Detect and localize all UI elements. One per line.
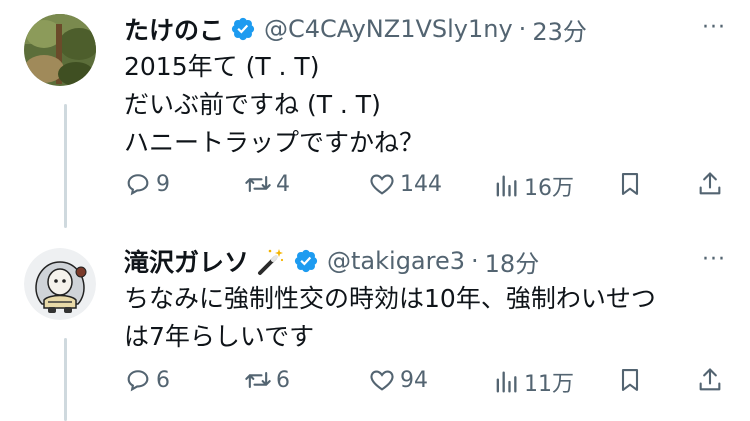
reply-button[interactable]: 9 (124, 170, 170, 198)
retweet-button[interactable]: 4 (244, 170, 290, 198)
bookmark-icon (621, 369, 639, 391)
views-chart-icon (496, 175, 517, 197)
action-bar: 6 6 94 11万 (124, 366, 726, 400)
views-chart-icon (496, 371, 517, 393)
text-line: 2015年て (T . T) (124, 52, 320, 81)
tweet-2[interactable]: 滝沢ガレソ @takigare3 · 18分 ··· ちなみに強制性交の時効は1… (0, 228, 750, 421)
verified-badge-icon (293, 248, 319, 274)
like-count: 94 (400, 367, 428, 393)
author-handle[interactable]: @C4CAyNZ1VSly1ny (264, 15, 513, 43)
action-bar: 9 4 144 16万 (124, 170, 726, 204)
author-handle[interactable]: @takigare3 (327, 247, 465, 275)
separator: · (518, 15, 527, 43)
retweet-count: 4 (276, 171, 290, 197)
share-icon (699, 368, 721, 391)
avatar[interactable] (24, 248, 96, 320)
more-icon[interactable]: ··· (702, 17, 726, 39)
bookmark-button[interactable] (616, 170, 644, 198)
retweet-icon (245, 175, 271, 193)
views-count: 11万 (524, 372, 574, 397)
heart-icon (370, 174, 394, 195)
retweet-icon (245, 371, 271, 389)
reply-button[interactable]: 6 (124, 366, 170, 394)
author-name[interactable]: たけのこ (124, 11, 224, 47)
author-name[interactable]: 滝沢ガレソ (124, 243, 249, 279)
verified-badge-icon (230, 16, 256, 42)
tweet-text: 2015年て (T . T) だいぶ前ですね (T . T) ハニートラップです… (124, 48, 424, 162)
views-button[interactable]: 16万 (492, 170, 574, 202)
views-button[interactable]: 11万 (492, 366, 574, 398)
views-count: 16万 (524, 176, 574, 201)
tweet-1[interactable]: たけのこ @C4CAyNZ1VSly1ny · 23分 ··· 2015年て (… (0, 0, 750, 228)
avatar-image (24, 14, 96, 86)
share-button[interactable] (696, 366, 724, 394)
thread-line (64, 104, 67, 228)
text-line: は7年らしいです (124, 322, 315, 351)
retweet-count: 6 (276, 367, 290, 393)
share-button[interactable] (696, 170, 724, 198)
text-line: ちなみに強制性交の時効は10年、強制わいせつ (124, 284, 656, 313)
bookmark-button[interactable] (616, 366, 644, 394)
like-button[interactable]: 94 (368, 366, 428, 394)
share-icon (699, 172, 721, 195)
heart-icon (370, 370, 394, 391)
thread-line (64, 338, 67, 421)
reply-icon (127, 174, 149, 196)
retweet-button[interactable]: 6 (244, 366, 290, 394)
more-icon[interactable]: ··· (702, 249, 726, 271)
text-line: ハニートラップですかね？ (124, 128, 425, 157)
bookmark-icon (621, 173, 639, 195)
reply-count: 6 (156, 367, 170, 393)
separator: · (471, 247, 479, 275)
reply-count: 9 (156, 171, 170, 197)
tweet-header: 滝沢ガレソ @takigare3 · 18分 (124, 244, 539, 278)
timestamp[interactable]: 18分 (485, 244, 540, 279)
avatar[interactable] (24, 14, 96, 86)
like-count: 144 (400, 171, 442, 197)
reply-icon (127, 370, 149, 392)
magic-wand-emoji-icon (255, 246, 285, 276)
avatar-image (24, 248, 96, 320)
like-button[interactable]: 144 (368, 170, 442, 198)
timestamp[interactable]: 23分 (532, 12, 587, 47)
tweet-text: ちなみに強制性交の時効は10年、強制わいせつ は7年らしいです (124, 280, 656, 356)
tweet-header: たけのこ @C4CAyNZ1VSly1ny · 23分 (124, 12, 587, 46)
text-line: だいぶ前ですね (T . T) (124, 90, 381, 119)
